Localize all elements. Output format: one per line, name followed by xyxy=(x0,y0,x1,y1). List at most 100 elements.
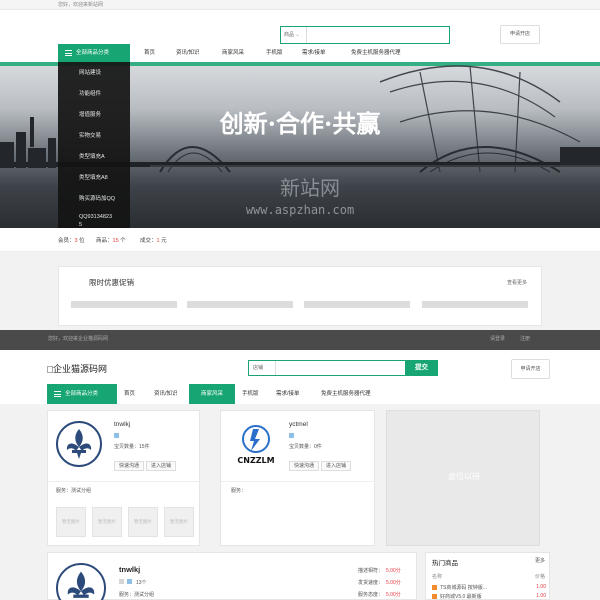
hot-item-name: 好商城V5.0 最新版 xyxy=(440,594,482,600)
shop-category: 服务：测试分组 xyxy=(56,488,92,494)
welcome-text-2: 您好，欢迎来企业猫源码网 xyxy=(48,336,109,342)
menu-icon xyxy=(54,391,61,397)
nav-mobile[interactable]: 手机版 xyxy=(242,384,259,404)
rating-label: 发货速度： xyxy=(358,580,384,586)
verified-badge-icon xyxy=(289,433,294,438)
shop-card[interactable]: tnwlkj 宝贝数量：15件 快速沟通 进入店铺 服务：测试分组 暂无图片 暂… xyxy=(47,410,201,546)
category-menu: 网站建设 功能组件 增值服务 实物交易 类型填充A 类型填充A8 购买源码加QQ… xyxy=(58,62,130,228)
enter-shop-button[interactable]: 进入店铺 xyxy=(146,461,177,471)
all-categories-button[interactable]: 全部商品分类 xyxy=(58,44,130,62)
main-nav: 全部商品分类 首页 资讯/知识 商家风采 手机版 需求/接单 免费主机服务器代理 xyxy=(0,44,600,62)
product-thumb[interactable]: 暂无图片 xyxy=(56,507,86,537)
nav-home[interactable]: 首页 xyxy=(124,384,135,404)
category-item[interactable]: 功能组件 xyxy=(79,89,101,97)
cnzzlm-logo-icon: CNZZLM xyxy=(237,425,275,465)
nav-news[interactable]: 资讯/知识 xyxy=(176,44,200,62)
shop-name[interactable]: tnwlkj xyxy=(114,421,130,428)
promo-title: 限时优惠促销 xyxy=(89,278,134,287)
hot-col-price: 价格 xyxy=(534,574,545,580)
shop-category: 服务：测试分组 xyxy=(119,592,155,598)
shop-name[interactable]: yctmel xyxy=(289,421,308,428)
shop-search-box[interactable]: 店铺 提交 xyxy=(248,360,438,376)
category-item[interactable]: 实物交易 xyxy=(79,131,101,139)
goods-count: 宝贝数量：15件 xyxy=(114,444,150,450)
quick-chat-button[interactable]: 快速沟通 xyxy=(289,461,320,471)
hot-goods-title: 热门商品 xyxy=(432,560,458,567)
fleur-de-lis-icon xyxy=(67,571,95,598)
members-stat: 会员：3 位 xyxy=(58,238,85,244)
badge-icon xyxy=(119,579,124,584)
goods-stat: 商品：15 个 xyxy=(96,238,126,244)
nav-demand[interactable]: 需求/接单 xyxy=(276,384,300,404)
product-thumb[interactable]: 暂无图片 xyxy=(128,507,158,537)
search-scope-select[interactable]: 商品 ⌄ xyxy=(281,27,307,43)
verified-badge-icon xyxy=(127,579,132,584)
shop-logo: CNZZLM xyxy=(231,423,281,465)
top-bar-2: 您好，欢迎来企业猫源码网 请登录 注册 xyxy=(0,330,600,350)
chevron-down-icon: ⌄ xyxy=(295,32,300,38)
menu-icon xyxy=(65,50,72,56)
search-submit-button[interactable]: 提交 xyxy=(405,360,438,376)
shop-logo xyxy=(56,421,102,467)
hot-goods-more-link[interactable]: 更多 xyxy=(535,557,545,564)
promo-more-link[interactable]: 查看更多 xyxy=(507,279,527,286)
hot-col-name: 名称 xyxy=(432,574,443,580)
promo-placeholder xyxy=(422,301,528,308)
product-thumb[interactable]: 暂无图片 xyxy=(164,507,194,537)
goods-count: 13个 xyxy=(136,580,147,586)
shop-detail-card[interactable]: tnwlkj 13个 服务：测试分组 描述相符： 5.00分 发货速度： 5.0… xyxy=(47,552,417,600)
search-scope-select[interactable]: 店铺 xyxy=(249,361,276,375)
search-box[interactable]: 商品 ⌄ xyxy=(280,26,450,44)
nav-free-host[interactable]: 免费主机服务器代理 xyxy=(351,44,401,62)
rating-value: 5.00分 xyxy=(386,580,401,586)
hot-item-price: 1.00 xyxy=(536,584,546,590)
ad-placeholder[interactable]: 虚位以待 xyxy=(386,410,540,546)
apply-shop-button-2[interactable]: 申请开店 xyxy=(511,359,550,379)
product-thumb[interactable]: 暂无图片 xyxy=(92,507,122,537)
ad-placeholder-text: 虚位以待 xyxy=(448,472,480,481)
shop-name[interactable]: tnwlkj xyxy=(119,565,140,574)
promo-placeholder xyxy=(304,301,410,308)
all-categories-button-2[interactable]: 全部商品分类 xyxy=(47,384,117,404)
nav-demand[interactable]: 需求/接单 xyxy=(302,44,326,62)
promo-placeholder xyxy=(71,301,177,308)
nav-news[interactable]: 资讯/知识 xyxy=(154,384,178,404)
hot-item[interactable]: TS商城源码 按钟版... 1.00 xyxy=(432,584,546,591)
hot-item-price: 1.00 xyxy=(536,593,546,599)
top-bar: 您好，欢迎来新站网 xyxy=(0,0,600,10)
category-item[interactable]: QQ93134823 xyxy=(79,214,112,220)
nav-merchants-active[interactable]: 商家风采 xyxy=(189,384,235,404)
nav-mobile[interactable]: 手机版 xyxy=(266,44,283,62)
category-item[interactable]: 增值服务 xyxy=(79,110,101,118)
main-nav-2: 全部商品分类 首页 资讯/知识 商家风采 手机版 需求/接单 免费主机服务器代理 xyxy=(0,384,600,404)
site-logo[interactable]: 企业猫源码网 xyxy=(47,362,107,375)
login-link[interactable]: 请登录 xyxy=(490,335,505,342)
hero-slogan: 创新·合作·共赢 xyxy=(219,109,381,138)
category-item[interactable]: 购买源码加QQ xyxy=(79,194,115,202)
shop-category: 服务： xyxy=(231,488,247,494)
deals-stat: 成交：1 元 xyxy=(140,238,167,244)
promo-placeholder xyxy=(187,301,293,308)
nav-free-host[interactable]: 免费主机服务器代理 xyxy=(321,384,371,404)
rating-value: 5.00分 xyxy=(386,568,401,574)
verified-badge-icon xyxy=(114,433,119,438)
fleur-de-lis-icon xyxy=(66,429,92,459)
site-stats: 会员：3 位 商品：15 个 成交：1 元 xyxy=(0,228,600,252)
watermark-url: www.aspzhan.com xyxy=(246,203,354,217)
enter-shop-button[interactable]: 进入店铺 xyxy=(321,461,352,471)
watermark-title: 新站网 xyxy=(280,176,340,200)
quick-chat-button[interactable]: 快速沟通 xyxy=(114,461,145,471)
nav-merchants[interactable]: 商家风采 xyxy=(222,44,244,62)
apply-shop-button[interactable]: 申请开店 xyxy=(500,25,540,44)
nav-home[interactable]: 首页 xyxy=(144,44,155,62)
rank-badge-icon xyxy=(432,594,437,599)
shop-logo xyxy=(56,563,106,600)
category-item[interactable]: 网站建设 xyxy=(79,68,101,76)
promo-section: 限时优惠促销 查看更多 xyxy=(58,266,542,326)
hot-item[interactable]: 好商城V5.0 最新版 1.00 xyxy=(432,593,546,600)
register-link[interactable]: 注册 xyxy=(520,335,530,342)
shop-card[interactable]: CNZZLM yctmel 宝贝数量：0件 快速沟通 进入店铺 服务： xyxy=(220,410,376,546)
category-item[interactable]: 类型填充A8 xyxy=(79,173,108,181)
category-item[interactable]: 类型填充A xyxy=(79,152,105,160)
hot-goods-panel: 热门商品 更多 名称 价格 TS商城源码 按钟版... 1.00 好商城V5.0… xyxy=(425,552,550,600)
